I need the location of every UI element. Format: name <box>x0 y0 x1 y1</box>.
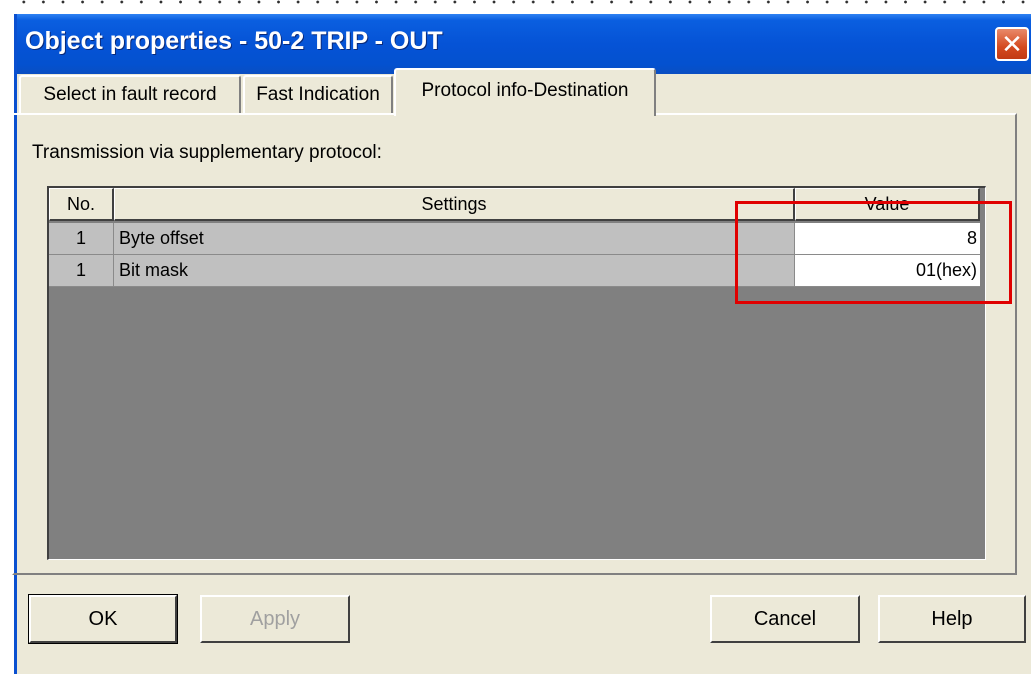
ok-button[interactable]: OK <box>28 594 178 644</box>
row-2-no: 1 <box>49 255 114 287</box>
title-bar[interactable]: Object properties - 50-2 TRIP - OUT ✕ <box>17 14 1031 74</box>
column-header-settings[interactable]: Settings <box>114 188 795 221</box>
tab-protocol-info-destination[interactable]: Protocol info-Destination <box>394 68 656 116</box>
cancel-button[interactable]: Cancel <box>710 595 860 643</box>
row-2-setting: Bit mask <box>114 255 795 287</box>
row-1-no: 1 <box>49 223 114 255</box>
tab-fast-indication[interactable]: Fast Indication <box>243 75 393 113</box>
column-header-no[interactable]: No. <box>49 188 114 221</box>
transmission-caption: Transmission via supplementary protocol: <box>32 142 382 163</box>
highlight-annotation-box <box>735 201 1012 304</box>
background-dot-row <box>14 0 1031 10</box>
row-1-setting: Byte offset <box>114 223 795 255</box>
close-icon: ✕ <box>1001 29 1023 59</box>
dialog-title: Object properties - 50-2 TRIP - OUT <box>25 27 443 55</box>
close-button[interactable]: ✕ <box>995 27 1029 61</box>
apply-button[interactable]: Apply <box>200 595 350 643</box>
help-button[interactable]: Help <box>878 595 1026 643</box>
tab-select-in-fault-record[interactable]: Select in fault record <box>19 75 241 113</box>
